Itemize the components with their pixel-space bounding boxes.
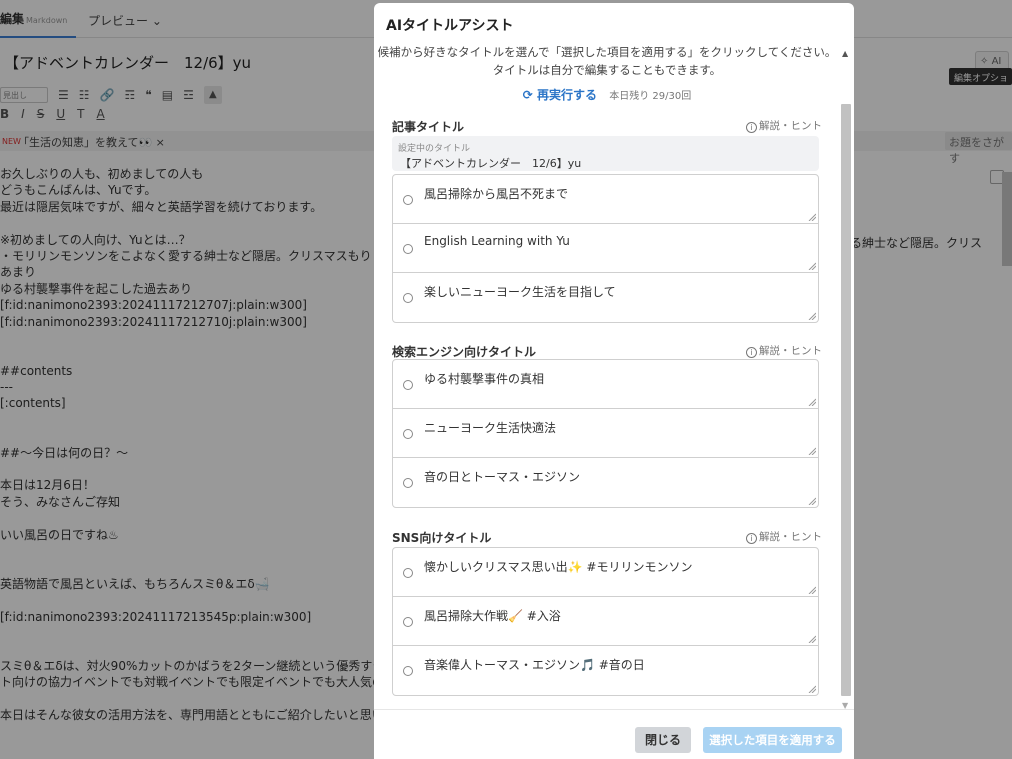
option-text[interactable]: 風呂掃除大作戦🧹 #入浴: [424, 607, 561, 624]
dialog-header: AIタイトルアシスト: [374, 3, 854, 43]
hint-label: 解説・ヒント: [759, 531, 822, 543]
option-radio[interactable]: [403, 380, 413, 390]
intro-text: 候補から好きなタイトルを選んで「選択した項目を適用する」をクリックしてください。…: [374, 43, 840, 79]
option-radio[interactable]: [403, 244, 413, 254]
option-radio[interactable]: [403, 293, 413, 303]
current-title-box: 設定中のタイトル 【アドベントカレンダー 12/6】yu: [392, 136, 819, 171]
title-option[interactable]: 風呂掃除大作戦🧹 #入浴: [393, 597, 818, 646]
option-radio[interactable]: [403, 195, 413, 205]
resize-handle-icon[interactable]: [808, 213, 816, 221]
dialog-title: AIタイトルアシスト: [386, 18, 514, 34]
option-radio[interactable]: [403, 478, 413, 488]
hint-link-article[interactable]: i 解説・ヒント: [746, 118, 822, 133]
remaining-count: 本日残り 29/30回: [609, 91, 692, 102]
ai-title-assist-dialog: AIタイトルアシスト 候補から好きなタイトルを選んで「選択した項目を適用する」を…: [374, 3, 854, 759]
title-option[interactable]: 音楽偉人トーマス・エジソン🎵 #音の日: [393, 646, 818, 695]
refresh-icon: ⟳: [522, 88, 533, 102]
apply-selected-button[interactable]: 選択した項目を適用する: [703, 727, 842, 753]
option-text[interactable]: 風呂掃除から風呂不死まで: [424, 185, 568, 202]
title-option[interactable]: English Learning with Yu: [393, 224, 818, 273]
regenerate-label: 再実行する: [537, 88, 598, 102]
scroll-up-icon[interactable]: ▲: [842, 49, 848, 58]
hint-label: 解説・ヒント: [759, 120, 822, 132]
title-option[interactable]: 懐かしいクリスマス思い出✨ #モリリンモンソン: [393, 548, 818, 597]
current-title-label: 設定中のタイトル: [398, 144, 471, 154]
title-option[interactable]: 風呂掃除から風呂不死まで: [393, 175, 818, 224]
hint-link-seo[interactable]: i 解説・ヒント: [746, 343, 822, 358]
section-title-sns: SNS向けタイトル: [392, 531, 492, 545]
title-option[interactable]: ニューヨーク生活快適法: [393, 409, 818, 458]
regen-row: ⟳ 再実行する 本日残り 29/30回: [374, 86, 840, 103]
resize-handle-icon[interactable]: [808, 497, 816, 505]
intro-line-1: 候補から好きなタイトルを選んで「選択した項目を適用する」をクリックしてください。: [377, 45, 837, 59]
info-icon: i: [746, 347, 757, 358]
option-text[interactable]: 音の日とトーマス・エジソン: [424, 468, 580, 485]
resize-handle-icon[interactable]: [808, 685, 816, 693]
info-icon: i: [746, 533, 757, 544]
option-text[interactable]: 音楽偉人トーマス・エジソン🎵 #音の日: [424, 656, 645, 673]
option-text[interactable]: English Learning with Yu: [424, 234, 570, 248]
resize-handle-icon[interactable]: [808, 262, 816, 270]
intro-line-2: タイトルは自分で編集することもできます。: [492, 63, 722, 77]
resize-handle-icon[interactable]: [808, 586, 816, 594]
regenerate-button[interactable]: ⟳ 再実行する: [523, 88, 601, 102]
title-option[interactable]: 音の日とトーマス・エジソン: [393, 458, 818, 507]
option-radio[interactable]: [403, 666, 413, 676]
dialog-footer: 閉じる 選択した項目を適用する: [374, 709, 854, 759]
info-icon: i: [746, 122, 757, 133]
options-article: 風呂掃除から風呂不死まで English Learning with Yu 楽し…: [392, 174, 819, 323]
current-title-value: 【アドベントカレンダー 12/6】yu: [400, 157, 582, 170]
option-radio[interactable]: [403, 429, 413, 439]
option-radio[interactable]: [403, 568, 413, 578]
close-button[interactable]: 閉じる: [635, 727, 691, 753]
hint-label: 解説・ヒント: [759, 345, 822, 357]
title-option[interactable]: 楽しいニューヨーク生活を目指して: [393, 273, 818, 322]
option-radio[interactable]: [403, 617, 413, 627]
resize-handle-icon[interactable]: [808, 447, 816, 455]
options-sns: 懐かしいクリスマス思い出✨ #モリリンモンソン 風呂掃除大作戦🧹 #入浴 音楽偉…: [392, 547, 819, 696]
resize-handle-icon[interactable]: [808, 398, 816, 406]
option-text[interactable]: ニューヨーク生活快適法: [424, 419, 556, 436]
resize-handle-icon[interactable]: [808, 635, 816, 643]
dialog-scrollbar[interactable]: ▲ ▼: [840, 46, 852, 712]
section-title-article: 記事タイトル: [392, 120, 465, 134]
options-seo: ゆる村襲撃事件の真相 ニューヨーク生活快適法 音の日とトーマス・エジソン: [392, 359, 819, 508]
section-title-seo: 検索エンジン向けタイトル: [392, 345, 537, 359]
option-text[interactable]: ゆる村襲撃事件の真相: [424, 370, 544, 387]
option-text[interactable]: 懐かしいクリスマス思い出✨ #モリリンモンソン: [424, 558, 692, 575]
title-option[interactable]: ゆる村襲撃事件の真相: [393, 360, 818, 409]
scrollbar-thumb[interactable]: [841, 104, 851, 696]
dialog-body: 候補から好きなタイトルを選んで「選択した項目を適用する」をクリックしてください。…: [374, 43, 854, 709]
option-text[interactable]: 楽しいニューヨーク生活を目指して: [424, 283, 616, 300]
resize-handle-icon[interactable]: [808, 312, 816, 320]
hint-link-sns[interactable]: i 解説・ヒント: [746, 529, 822, 544]
